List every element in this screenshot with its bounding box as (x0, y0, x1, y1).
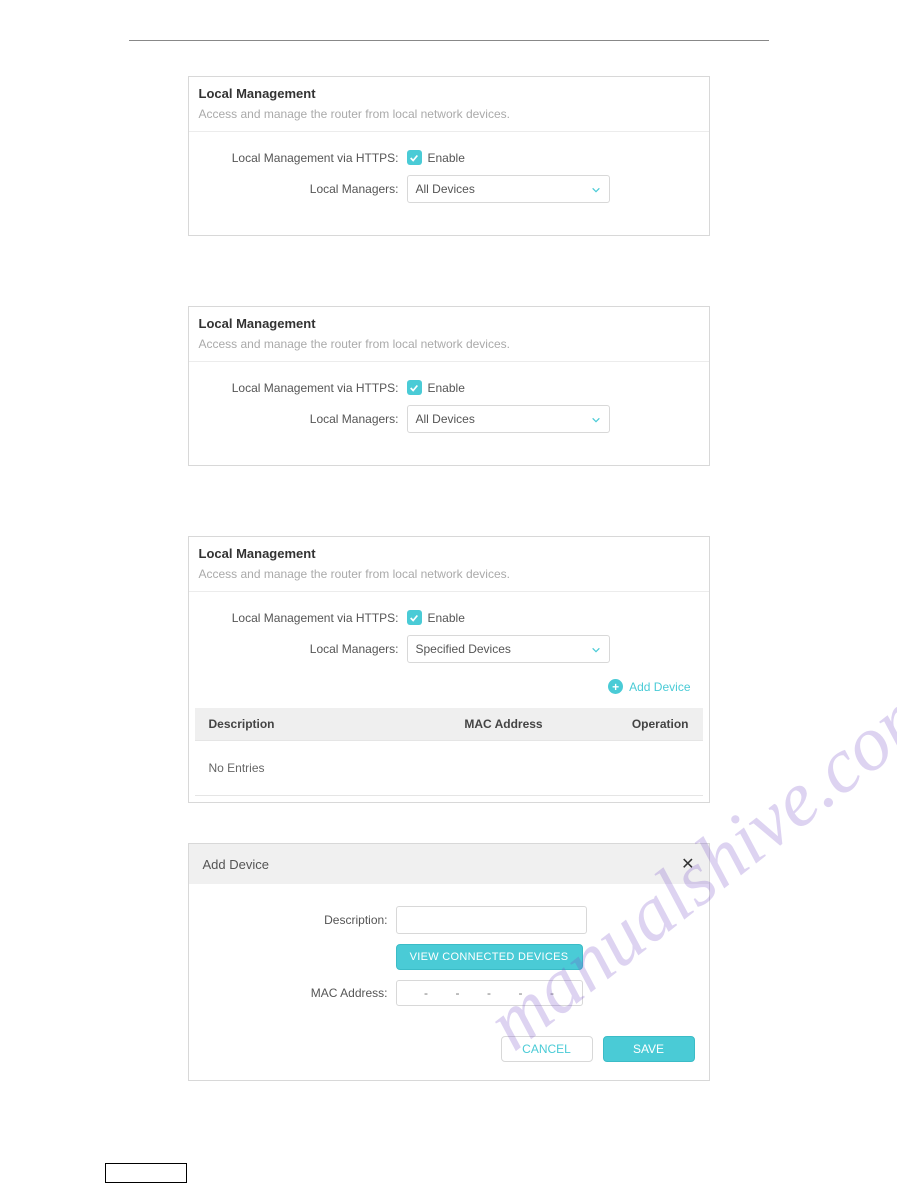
https-label: Local Management via HTTPS: (199, 611, 407, 625)
dialog-title: Add Device (203, 857, 269, 872)
https-label: Local Management via HTTPS: (199, 381, 407, 395)
panel-subtitle: Access and manage the router from local … (189, 561, 709, 592)
add-device-dialog: Add Device ✕ Description: VIEW CONNECTED… (188, 843, 710, 1081)
col-operation: Operation (599, 717, 689, 731)
add-device-button[interactable]: + Add Device (199, 673, 699, 700)
top-divider (129, 40, 769, 41)
mac-label: MAC Address: (203, 986, 396, 1000)
chevron-down-icon (591, 644, 601, 654)
view-connected-devices-button[interactable]: VIEW CONNECTED DEVICES (396, 944, 583, 970)
managers-label: Local Managers: (199, 412, 407, 426)
select-value: Specified Devices (416, 642, 511, 656)
https-enable-checkbox[interactable] (407, 610, 422, 625)
panel-subtitle: Access and manage the router from local … (189, 331, 709, 362)
description-label: Description: (203, 913, 396, 927)
close-icon[interactable]: ✕ (681, 854, 694, 874)
local-management-panel-1: Local Management Access and manage the r… (188, 76, 710, 236)
mac-address-input[interactable]: - - - - - (396, 980, 583, 1006)
cancel-button[interactable]: CANCEL (501, 1036, 593, 1062)
chevron-down-icon (591, 184, 601, 194)
local-managers-select[interactable]: All Devices (407, 175, 610, 203)
table-empty: No Entries (195, 740, 703, 796)
panel-title: Local Management (189, 537, 709, 561)
description-input[interactable] (396, 906, 587, 934)
panel-subtitle: Access and manage the router from local … (189, 101, 709, 132)
save-button[interactable]: SAVE (603, 1036, 695, 1062)
col-description: Description (209, 717, 409, 731)
chevron-down-icon (591, 414, 601, 424)
local-management-panel-3: Local Management Access and manage the r… (188, 536, 710, 803)
table-header: Description MAC Address Operation (195, 708, 703, 740)
enable-label: Enable (428, 381, 465, 395)
select-value: All Devices (416, 412, 475, 426)
https-label: Local Management via HTTPS: (199, 151, 407, 165)
managers-label: Local Managers: (199, 182, 407, 196)
https-enable-checkbox[interactable] (407, 150, 422, 165)
enable-label: Enable (428, 151, 465, 165)
local-managers-select[interactable]: All Devices (407, 405, 610, 433)
select-value: All Devices (416, 182, 475, 196)
local-managers-select[interactable]: Specified Devices (407, 635, 610, 663)
footer-box (105, 1163, 187, 1183)
add-device-label: Add Device (629, 680, 690, 694)
managers-label: Local Managers: (199, 642, 407, 656)
panel-title: Local Management (189, 77, 709, 101)
panel-title: Local Management (189, 307, 709, 331)
plus-icon: + (608, 679, 623, 694)
col-mac: MAC Address (409, 717, 599, 731)
local-management-panel-2: Local Management Access and manage the r… (188, 306, 710, 466)
https-enable-checkbox[interactable] (407, 380, 422, 395)
enable-label: Enable (428, 611, 465, 625)
